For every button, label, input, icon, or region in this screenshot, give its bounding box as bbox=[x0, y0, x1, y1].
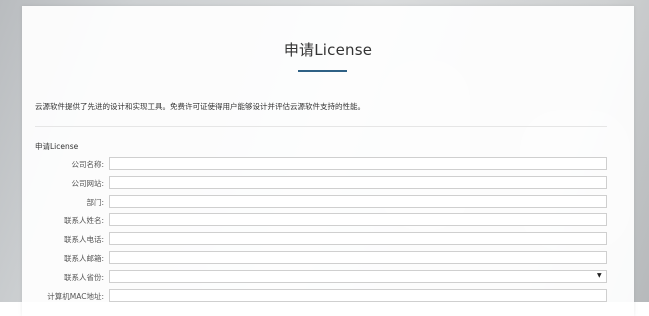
form-row-mac-address: 计算机MAC地址: bbox=[22, 289, 634, 303]
license-form-card: 申请License 云源软件提供了先进的设计和实现工具。免费许可证使得用户能够设… bbox=[22, 6, 634, 316]
form-row-company-website: 公司网站: bbox=[22, 176, 634, 190]
company-name-label: 公司名称: bbox=[71, 160, 104, 169]
mac-address-input[interactable] bbox=[109, 289, 607, 302]
contact-phone-label: 联系人电话: bbox=[63, 235, 104, 244]
form-row-contact-name: 联系人姓名: bbox=[22, 213, 634, 227]
department-label: 部门: bbox=[86, 198, 104, 207]
contact-phone-input[interactable] bbox=[109, 232, 607, 245]
contact-province-select[interactable] bbox=[109, 270, 607, 283]
page-title: 申请License bbox=[283, 41, 373, 59]
contact-email-input[interactable] bbox=[109, 251, 607, 264]
contact-province-label: 联系人省份: bbox=[63, 273, 104, 282]
form-row-contact-province: 联系人省份: ▼ bbox=[22, 270, 634, 284]
caret-down-icon: ▼ bbox=[597, 272, 602, 279]
form-row-department: 部门: bbox=[22, 195, 634, 209]
company-website-label: 公司网站: bbox=[71, 179, 104, 188]
form-row-contact-email: 联系人邮箱: bbox=[22, 251, 634, 265]
contact-email-label: 联系人邮箱: bbox=[63, 254, 104, 263]
contact-name-label: 联系人姓名: bbox=[63, 216, 104, 225]
title-underline bbox=[298, 70, 347, 72]
form-row-contact-phone: 联系人电话: bbox=[22, 232, 634, 246]
form-row-company-name: 公司名称: bbox=[22, 157, 634, 171]
section-divider bbox=[35, 126, 607, 127]
company-website-input[interactable] bbox=[109, 176, 607, 189]
contact-name-input[interactable] bbox=[109, 213, 607, 226]
intro-text: 云源软件提供了先进的设计和实现工具。免费许可证使得用户能够设计并评估云源软件支持… bbox=[35, 102, 365, 111]
company-name-input[interactable] bbox=[109, 157, 607, 170]
form-section-title: 申请License bbox=[35, 142, 79, 151]
mac-address-label: 计算机MAC地址: bbox=[47, 292, 104, 301]
department-input[interactable] bbox=[109, 195, 607, 208]
